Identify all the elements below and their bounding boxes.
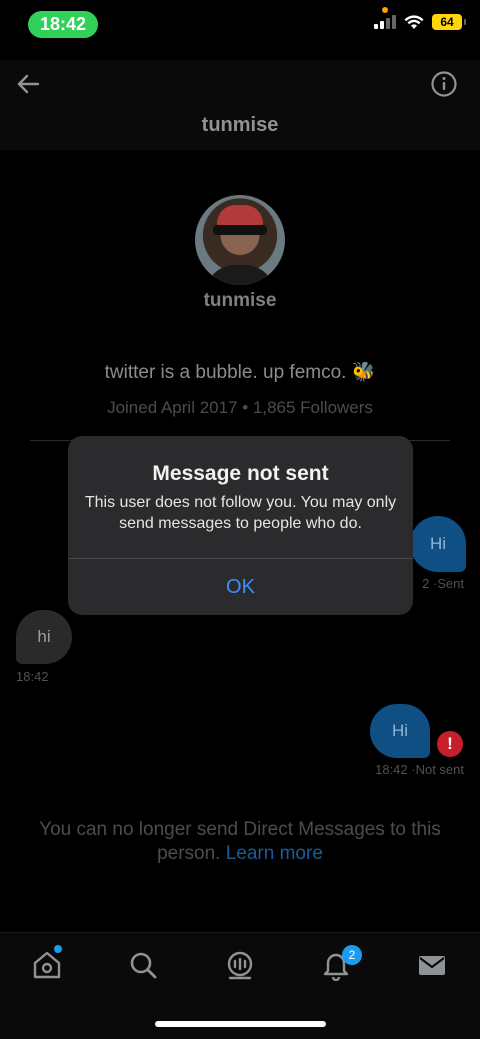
alert-message: This user does not follow you. You may o… xyxy=(84,494,397,532)
privacy-indicator xyxy=(382,7,388,13)
spaces-icon[interactable] xyxy=(224,949,256,981)
messages-icon[interactable] xyxy=(416,949,448,981)
conversation-title: tunmise xyxy=(201,114,279,136)
status-bar: 18:42 64 xyxy=(0,0,480,48)
dm-restriction-notice: You can no longer send Direct Messages t… xyxy=(30,818,450,866)
message-meta: 18:42 xyxy=(16,669,49,684)
message-meta: 2 ·Sent xyxy=(422,576,464,591)
home-indicator xyxy=(155,1021,326,1027)
back-arrow-icon[interactable] xyxy=(14,70,42,98)
home-icon[interactable] xyxy=(31,949,63,981)
signal-icon xyxy=(374,15,396,29)
message-not-sent-alert: Message not sent This user does not foll… xyxy=(68,436,413,615)
profile-bio: twitter is a bubble. up femco. 🐝 xyxy=(104,362,376,383)
avatar[interactable] xyxy=(195,195,285,285)
battery-icon: 64 xyxy=(432,14,466,30)
status-icons: 64 xyxy=(374,14,466,30)
message-bubble-sent[interactable]: Hi xyxy=(410,516,466,572)
home-unread-dot xyxy=(54,945,62,953)
error-icon[interactable]: ! xyxy=(437,731,463,757)
message-bubble-received[interactable]: hi xyxy=(16,610,72,664)
message-bubble-failed[interactable]: Hi xyxy=(370,704,430,758)
status-time: 18:42 xyxy=(28,11,98,38)
search-icon[interactable] xyxy=(127,949,159,981)
alert-title: Message not sent xyxy=(152,462,329,485)
alert-ok-button[interactable]: OK xyxy=(68,559,413,615)
wifi-icon xyxy=(404,14,424,29)
info-icon[interactable] xyxy=(430,70,458,98)
message-meta: 18:42 ·Not sent xyxy=(375,762,464,777)
learn-more-link[interactable]: Learn more xyxy=(226,843,323,864)
conversation-header: tunmise xyxy=(0,60,480,150)
profile-name[interactable]: tunmise xyxy=(0,290,480,312)
profile-joined-followers: Joined April 2017 • 1,865 Followers xyxy=(107,398,373,417)
notification-count-badge: 2 xyxy=(342,945,362,965)
